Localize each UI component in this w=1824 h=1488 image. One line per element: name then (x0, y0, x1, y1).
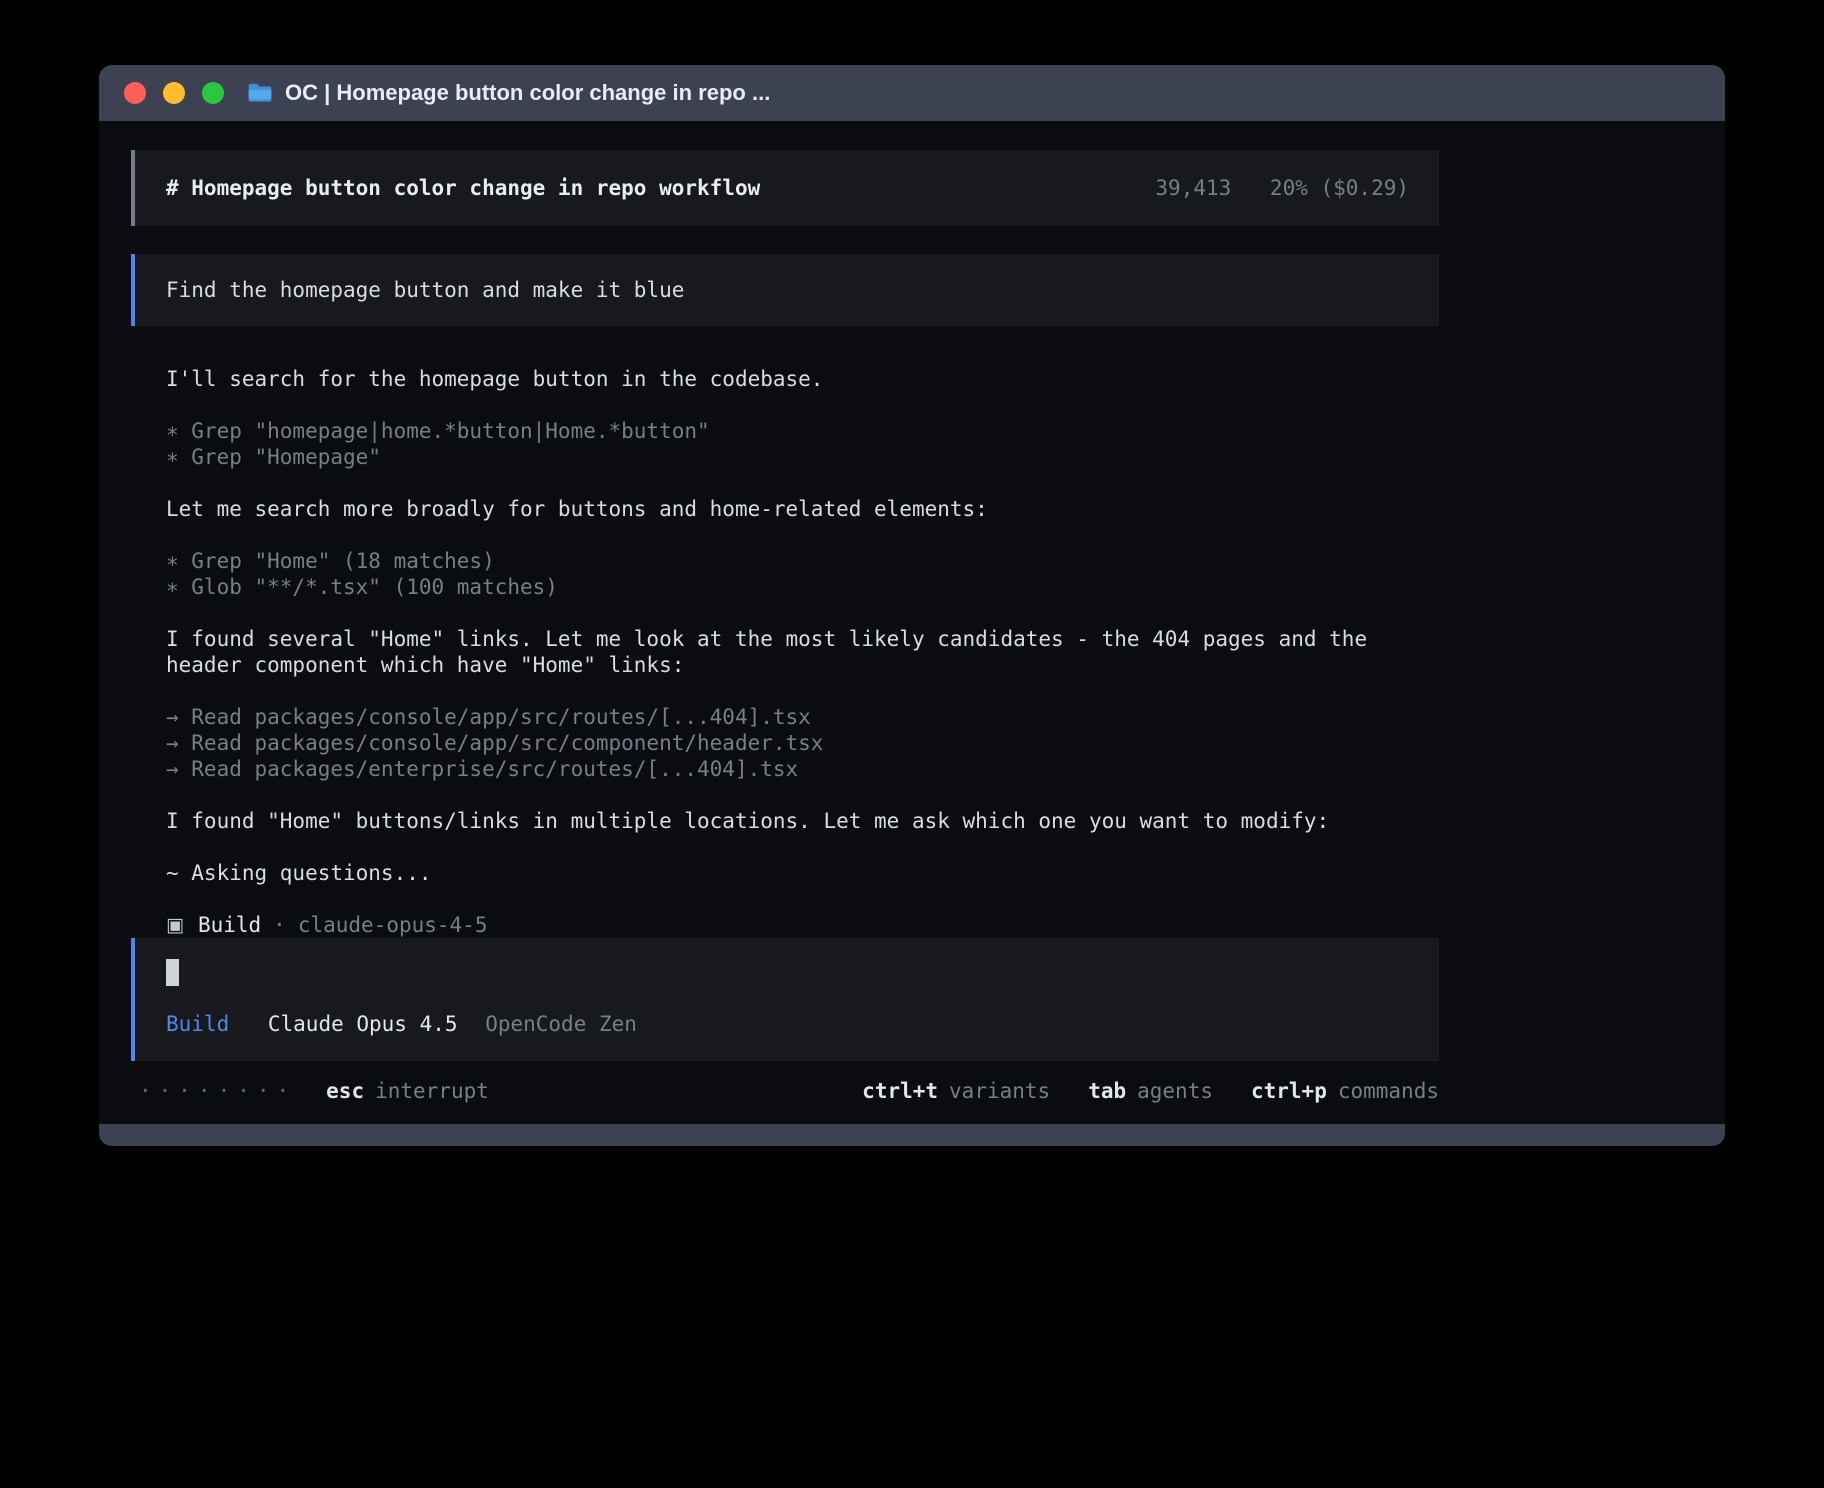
tool-call-glob-1: ∗ Glob "**/*.tsx" (100 matches) (131, 574, 1439, 600)
assistant-text-broaden: Let me search more broadly for buttons a… (131, 496, 1439, 522)
session-title: # Homepage button color change in repo w… (166, 175, 760, 201)
model-name: claude-opus-4-5 (298, 912, 488, 938)
bottom-area: Build Claude Opus 4.5 OpenCode Zen ·····… (131, 938, 1439, 1104)
spinner-dots-icon: ········ (139, 1078, 296, 1104)
session-meta: 39,413 20% ($0.29) (1155, 175, 1409, 201)
zoom-button[interactable] (202, 82, 224, 104)
terminal-body: # Homepage button color change in repo w… (99, 121, 1725, 1124)
tool-call-read-1: → Read packages/console/app/src/routes/[… (131, 704, 1439, 730)
terminal-window: OC | Homepage button color change in rep… (99, 65, 1725, 1146)
shortcut-label-commands: commands (1338, 1079, 1439, 1103)
user-message: Find the homepage button and make it blu… (131, 254, 1439, 326)
status-bar-left: ········ esc interrupt (131, 1078, 489, 1104)
agent-status-line: ▣ Build · claude-opus-4-5 (131, 912, 1439, 938)
assistant-text-intro: I'll search for the homepage button in t… (131, 366, 1439, 392)
session-header: # Homepage button color change in repo w… (131, 150, 1439, 226)
assistant-text-found: I found "Home" buttons/links in multiple… (131, 808, 1439, 834)
assistant-text-candidates: I found several "Home" links. Let me loo… (131, 626, 1439, 678)
token-count: 39,413 (1155, 176, 1231, 200)
shortcut-commands: ctrl+p commands (1251, 1078, 1439, 1104)
agent-status-icon: ▣ (166, 912, 184, 938)
shortcut-agents: tab agents (1088, 1078, 1213, 1104)
status-bar-right: ctrl+t variants tab agents ctrl+p commands (862, 1078, 1439, 1104)
status-bar: ········ esc interrupt ctrl+t variants ta… (131, 1078, 1439, 1104)
input-meta-row: Build Claude Opus 4.5 OpenCode Zen (166, 1011, 1409, 1037)
context-usage: 20% ($0.29) (1270, 176, 1409, 200)
tool-call-grep-2: ∗ Grep "Homepage" (131, 444, 1439, 470)
input-line[interactable] (166, 958, 1409, 986)
shortcut-key-commands: ctrl+p (1251, 1079, 1327, 1103)
agent-name: Build (198, 912, 261, 938)
desktop-background: OC | Homepage button color change in rep… (0, 0, 1824, 1488)
close-button[interactable] (124, 82, 146, 104)
shortcut-key-variants: ctrl+t (862, 1079, 938, 1103)
input-provider-label: OpenCode Zen (485, 1012, 637, 1036)
esc-key-hint: esc (326, 1078, 364, 1104)
window-title: OC | Homepage button color change in rep… (285, 80, 770, 106)
input-model-label: Claude Opus 4.5 (268, 1012, 458, 1036)
window-titlebar[interactable]: OC | Homepage button color change in rep… (99, 65, 1725, 121)
shortcut-label-variants: variants (949, 1079, 1050, 1103)
folder-icon[interactable] (247, 82, 273, 104)
tool-call-grep-1: ∗ Grep "homepage|home.*button|Home.*butt… (131, 418, 1439, 444)
tool-call-read-3: → Read packages/enterprise/src/routes/[.… (131, 756, 1439, 782)
tool-call-read-2: → Read packages/console/app/src/componen… (131, 730, 1439, 756)
tool-call-grep-3: ∗ Grep "Home" (18 matches) (131, 548, 1439, 574)
assistant-text-asking: ~ Asking questions... (131, 860, 1439, 886)
user-message-text: Find the homepage button and make it blu… (166, 278, 684, 302)
shortcut-variants: ctrl+t variants (862, 1078, 1050, 1104)
shortcut-label-agents: agents (1137, 1079, 1213, 1103)
window-controls (124, 82, 224, 104)
agent-mode-label: Build (166, 1012, 229, 1036)
shortcut-key-agents: tab (1088, 1079, 1126, 1103)
text-cursor (166, 959, 179, 986)
separator-dot-icon: · (273, 912, 286, 938)
minimize-button[interactable] (163, 82, 185, 104)
esc-action-label: interrupt (375, 1078, 489, 1104)
prompt-input[interactable]: Build Claude Opus 4.5 OpenCode Zen (131, 938, 1439, 1061)
